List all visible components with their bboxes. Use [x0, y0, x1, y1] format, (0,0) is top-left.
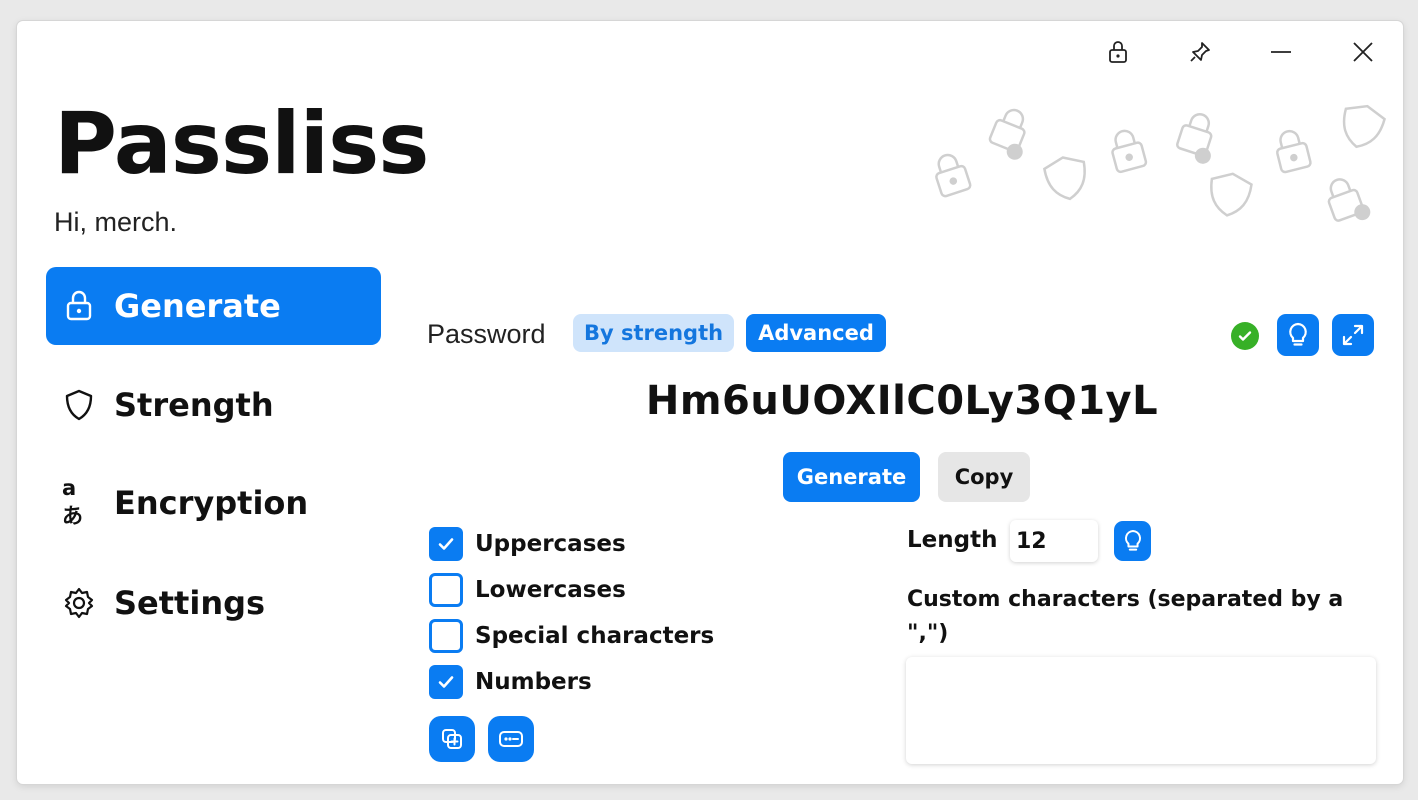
generate-button[interactable]: Generate [783, 452, 920, 502]
app-title: Passliss [54, 94, 429, 194]
copy-multiple-icon [442, 729, 462, 749]
pin-icon [1190, 42, 1210, 62]
option-label: Uppercases [475, 531, 626, 557]
pin-button[interactable] [1182, 37, 1218, 67]
password-field-icon [499, 731, 523, 747]
lightbulb-icon [1124, 530, 1141, 551]
option-label: Numbers [475, 669, 592, 695]
checkmark-icon [438, 538, 454, 550]
gear-icon [62, 586, 96, 620]
success-check-icon [1231, 322, 1259, 350]
decorative-lock-pattern-icon [935, 104, 1386, 222]
multiple-passwords-button[interactable] [429, 716, 475, 762]
app-window: Passliss Hi, merch. Generate Strength aあ… [17, 21, 1403, 784]
nav-item-encryption[interactable]: aあ Encryption [46, 464, 381, 542]
option-uppercases[interactable]: Uppercases [429, 527, 626, 561]
close-icon [1353, 42, 1373, 62]
option-label: Special characters [475, 623, 715, 649]
nav-item-generate[interactable]: Generate [46, 267, 381, 345]
checkmark-icon [438, 676, 454, 688]
custom-characters-input[interactable] [906, 657, 1376, 764]
option-lowercases[interactable]: Lowercases [429, 573, 626, 607]
minimize-button[interactable] [1263, 37, 1299, 67]
translate-icon: aあ [62, 476, 83, 528]
password-label: Password [427, 319, 546, 349]
expand-button[interactable] [1332, 314, 1374, 356]
lightbulb-icon [1289, 322, 1307, 346]
lowercases-checkbox[interactable] [429, 573, 463, 607]
lock-icon [62, 289, 96, 323]
advanced-tab[interactable]: Advanced [746, 314, 886, 352]
expand-icon [1342, 324, 1364, 346]
option-numbers[interactable]: Numbers [429, 665, 592, 699]
lock-window-button[interactable] [1100, 37, 1136, 67]
close-button[interactable] [1345, 37, 1381, 67]
by-strength-tab[interactable]: By strength [573, 314, 734, 352]
minimize-icon [1271, 51, 1291, 53]
nav-item-label: Strength [114, 386, 274, 424]
tips-button[interactable] [1277, 314, 1319, 356]
nav-item-label: Generate [114, 287, 281, 325]
numbers-checkbox[interactable] [429, 665, 463, 699]
length-tips-button[interactable] [1114, 521, 1151, 561]
greeting-text: Hi, merch. [54, 207, 178, 237]
uppercases-checkbox[interactable] [429, 527, 463, 561]
nav-item-strength[interactable]: Strength [46, 366, 381, 444]
password-preset-button[interactable] [488, 716, 534, 762]
nav-item-settings[interactable]: Settings [46, 564, 381, 642]
length-input[interactable] [1010, 520, 1098, 562]
lock-icon [1109, 41, 1127, 63]
nav-item-label: Settings [114, 584, 266, 622]
copy-button[interactable]: Copy [938, 452, 1030, 502]
generated-password: Hm6uUOXIlC0Ly3Q1yL [645, 378, 1159, 424]
length-label: Length [907, 527, 998, 553]
shield-icon [62, 388, 96, 422]
custom-characters-label: Custom characters (separated by a ",") [907, 587, 1344, 646]
nav-item-label: Encryption [114, 484, 309, 522]
special-characters-checkbox[interactable] [429, 619, 463, 653]
option-special-characters[interactable]: Special characters [429, 619, 714, 653]
option-label: Lowercases [475, 577, 626, 603]
